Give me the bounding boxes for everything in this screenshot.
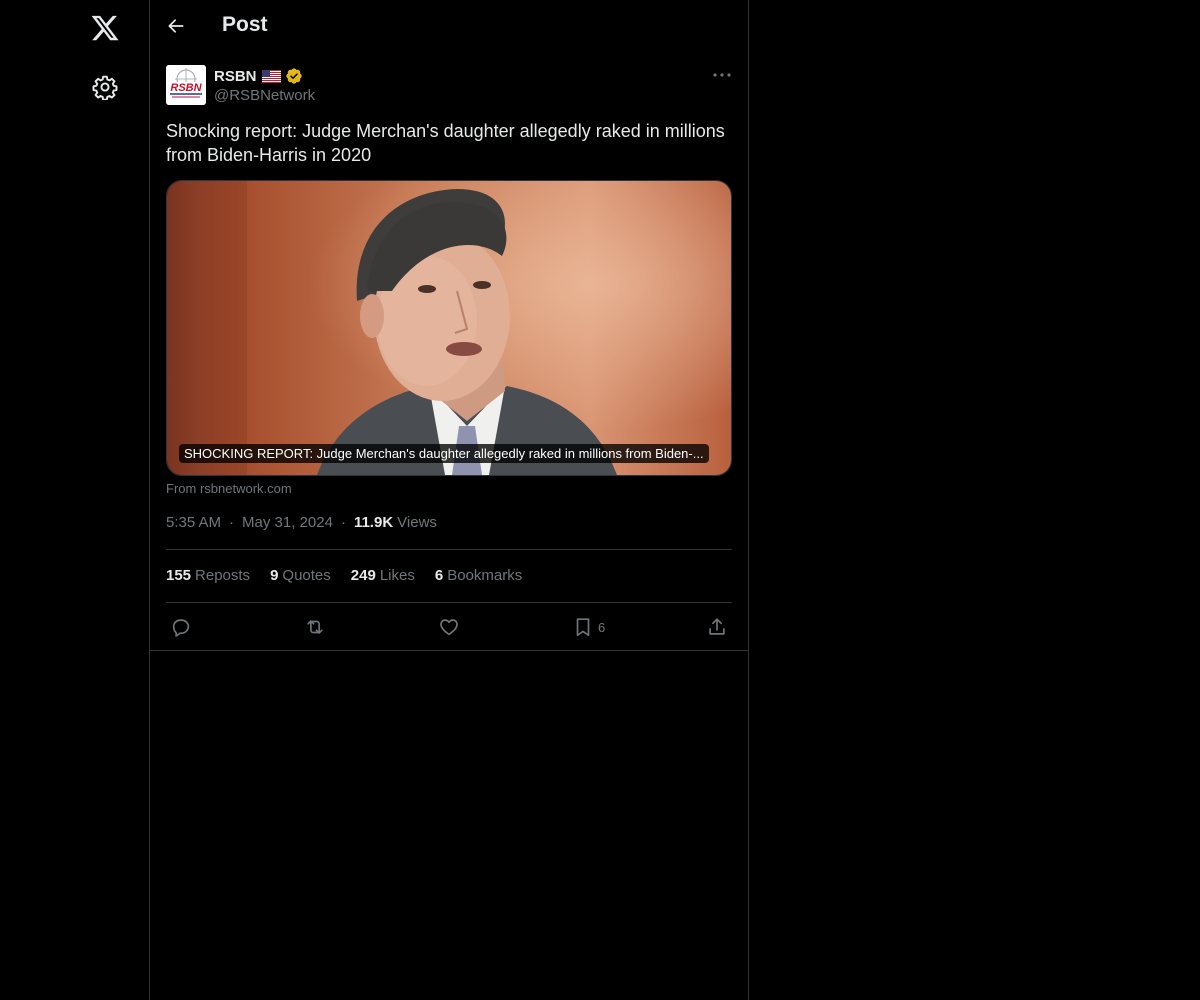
card-source[interactable]: From rsbnetwork.com bbox=[166, 481, 292, 496]
rsbn-logo-icon: RSBN bbox=[166, 65, 206, 105]
main-column: Post RSBN RSBN @RSBNetwork Shocking repo… bbox=[150, 0, 749, 1000]
likes-label: Likes bbox=[379, 567, 415, 584]
divider bbox=[166, 602, 732, 603]
bookmarks-count: 6 bbox=[434, 567, 444, 584]
author-name[interactable]: RSBN bbox=[214, 68, 257, 85]
separator-dot: · bbox=[340, 514, 346, 531]
reposts-label: Reposts bbox=[195, 567, 251, 584]
heart-icon bbox=[440, 619, 458, 636]
page-header: Post bbox=[150, 0, 748, 54]
likes-stat[interactable]: 249 Likes bbox=[351, 567, 415, 584]
left-nav-rail bbox=[0, 0, 150, 1000]
bookmark-icon bbox=[576, 618, 590, 637]
quotes-count: 9 bbox=[270, 567, 279, 584]
author-handle[interactable]: @RSBNetwork bbox=[214, 87, 315, 104]
verified-badge-icon[interactable] bbox=[285, 67, 303, 85]
separator-dot: · bbox=[229, 514, 235, 531]
reply-icon bbox=[172, 619, 190, 637]
link-card[interactable]: SHOCKING REPORT: Judge Merchan's daughte… bbox=[166, 180, 732, 476]
card-image bbox=[167, 181, 731, 475]
more-options-icon[interactable] bbox=[710, 66, 734, 84]
bookmark-button[interactable]: 6 bbox=[572, 616, 605, 638]
svg-text:RSBN: RSBN bbox=[170, 82, 202, 94]
views-label: Views bbox=[397, 514, 437, 531]
repost-icon bbox=[307, 620, 323, 634]
like-button[interactable] bbox=[438, 616, 460, 638]
reposts-count: 155 bbox=[166, 567, 192, 584]
post-date[interactable]: May 31, 2024 bbox=[242, 514, 333, 531]
divider bbox=[166, 549, 732, 550]
us-flag-icon bbox=[261, 69, 281, 83]
post-detail: RSBN RSBN @RSBNetwork Shocking report: J… bbox=[150, 54, 748, 651]
gear-icon[interactable] bbox=[92, 74, 118, 100]
reposts-stat[interactable]: 155 Reposts bbox=[166, 567, 250, 584]
likes-count: 249 bbox=[350, 567, 376, 584]
arrow-left-icon[interactable] bbox=[166, 16, 186, 36]
post-metadata: 5:35 AM · May 31, 2024 · 11.9K Views bbox=[166, 514, 437, 531]
reply-button[interactable] bbox=[170, 616, 192, 638]
post-stats: 155 Reposts 9 Quotes 249 Likes 6 Bookmarks bbox=[166, 567, 542, 584]
share-button[interactable] bbox=[706, 616, 728, 638]
repost-button[interactable] bbox=[304, 616, 326, 638]
share-icon bbox=[709, 618, 725, 635]
post-time[interactable]: 5:35 AM bbox=[166, 514, 221, 531]
avatar[interactable]: RSBN bbox=[166, 65, 206, 105]
author-name-row: RSBN bbox=[214, 66, 303, 86]
bookmarks-stat[interactable]: 6 Bookmarks bbox=[435, 567, 522, 584]
page-title: Post bbox=[222, 13, 268, 36]
post-text: Shocking report: Judge Merchan's daughte… bbox=[166, 121, 725, 165]
card-caption: SHOCKING REPORT: Judge Merchan's daughte… bbox=[179, 444, 709, 463]
bookmark-count: 6 bbox=[598, 619, 606, 635]
quotes-stat[interactable]: 9 Quotes bbox=[270, 567, 331, 584]
bookmarks-label: Bookmarks bbox=[447, 567, 523, 584]
views-count: 11.9K bbox=[353, 514, 394, 531]
quotes-label: Quotes bbox=[282, 567, 331, 584]
x-logo-icon[interactable] bbox=[90, 13, 120, 43]
